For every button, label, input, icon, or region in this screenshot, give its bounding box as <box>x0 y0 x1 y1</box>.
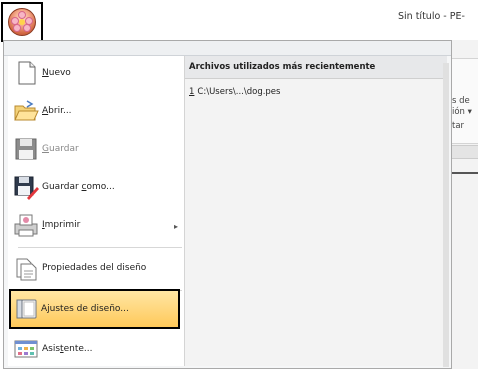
menu-item-imprimir[interactable]: Imprimir ▸ <box>8 208 184 244</box>
menu-item-guardar[interactable]: Guardar <box>8 132 184 168</box>
flower-orb-icon <box>8 8 36 36</box>
menu-item-propiedades[interactable]: Propiedades del diseño <box>8 251 184 287</box>
save-as-icon <box>14 176 39 200</box>
menu-item-guardar-como[interactable]: Guardar como... <box>8 170 184 206</box>
menu-item-label: Propiedades del diseño <box>42 263 147 273</box>
save-disk-icon <box>15 138 37 160</box>
menu-item-label: Asistente... <box>42 344 93 354</box>
menu-item-asistente[interactable]: Asistente... <box>8 332 184 368</box>
ribbon-divider <box>448 172 478 174</box>
menu-item-label: Guardar como... <box>42 182 115 192</box>
menu-scrollbar[interactable] <box>443 63 449 367</box>
print-icon <box>14 214 38 237</box>
menu-top-strip <box>4 41 451 56</box>
recent-file-item[interactable]: 1 C:\Users\...\dog.pes <box>189 87 280 97</box>
properties-icon <box>16 258 37 281</box>
recent-files-header: Archivos utilizados más recientemente <box>185 56 447 79</box>
menu-item-label: Abrir... <box>42 106 72 116</box>
window-title: Sin título - PE- <box>398 11 465 22</box>
ribbon-label-3: tar <box>452 121 465 131</box>
ribbon-label-1: s de <box>452 96 470 106</box>
recent-files-panel: Archivos utilizados más recientemente 1C… <box>184 56 447 366</box>
menu-item-label: Ajustes de diseño... <box>41 304 129 314</box>
design-settings-icon <box>16 299 37 319</box>
new-document-icon <box>18 61 36 85</box>
menu-item-label: Guardar <box>42 144 79 154</box>
menu-item-label: Nuevo <box>42 68 71 78</box>
open-folder-icon <box>14 100 39 121</box>
menu-item-label: Imprimir <box>42 220 81 230</box>
ribbon-label-2[interactable]: ión ▾ <box>452 107 472 117</box>
menu-item-abrir[interactable]: Abrir... <box>8 94 184 130</box>
menu-item-nuevo[interactable]: Nuevo <box>8 56 184 92</box>
title-bar: Sin título - PE- <box>0 0 478 40</box>
application-button[interactable] <box>1 2 43 42</box>
ribbon-bar <box>448 145 478 159</box>
menu-item-ajustes-de-diseno[interactable]: Ajustes de diseño... <box>9 289 180 329</box>
wizard-icon <box>14 340 38 358</box>
menu-separator <box>18 247 182 248</box>
submenu-arrow-icon: ▸ <box>174 222 179 231</box>
